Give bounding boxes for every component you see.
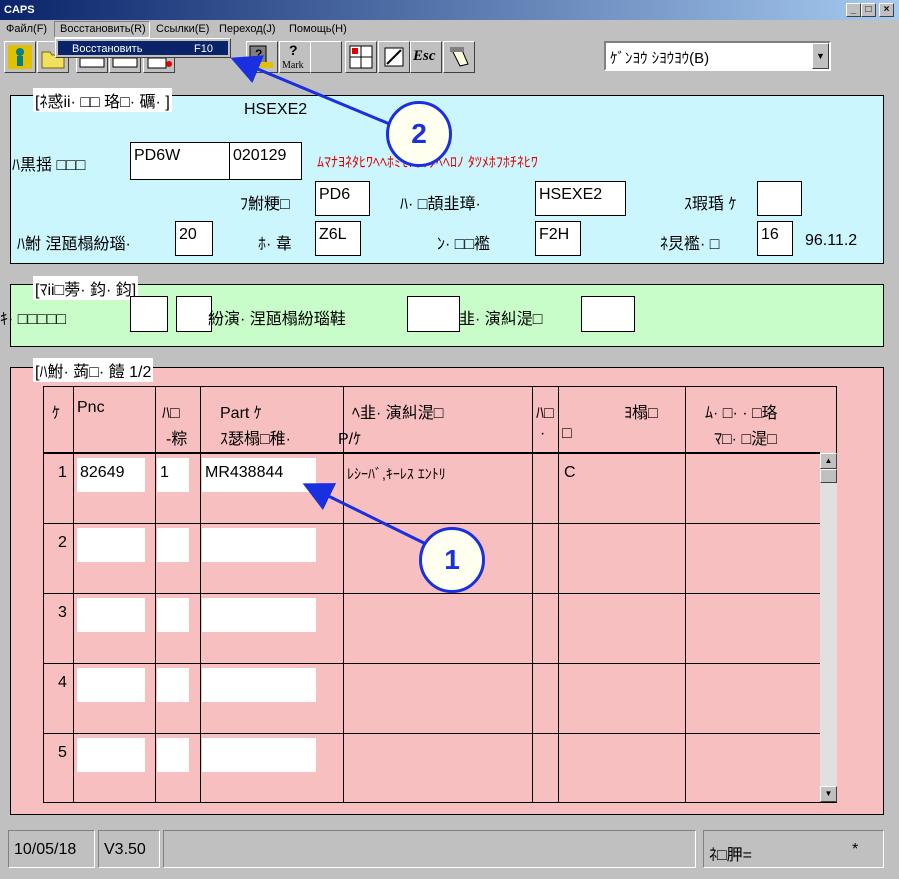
callout-2: 2 — [386, 101, 452, 167]
callout-1: 1 — [419, 527, 485, 593]
arrow-2 — [230, 55, 393, 127]
arrow-1 — [302, 483, 429, 547]
